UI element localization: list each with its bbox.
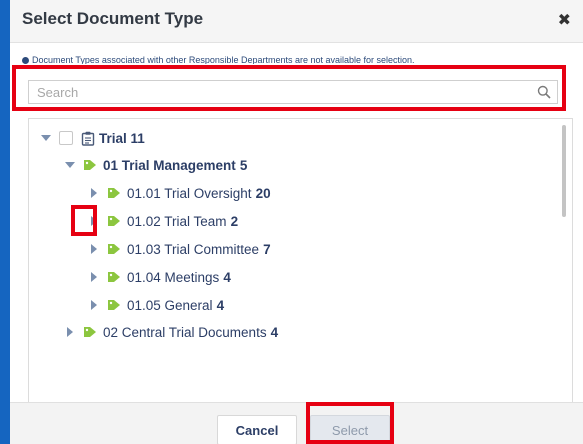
tree-node-label: 01 Trial Management <box>103 157 236 173</box>
tree-node-label: 02 Central Trial Documents <box>103 324 267 340</box>
search-box <box>28 80 558 104</box>
close-icon[interactable]: ✖ <box>558 10 571 30</box>
notice-text: Document Types associated with other Res… <box>32 56 415 64</box>
search-input[interactable] <box>29 81 540 103</box>
selection-notice: Document Types associated with other Res… <box>22 56 562 64</box>
tree-node-label: 01.04 Meetings <box>127 269 220 285</box>
cancel-button[interactable]: Cancel <box>217 415 297 444</box>
tree-node-count: 4 <box>270 324 279 340</box>
tree-node-trial-oversight[interactable]: 01.01 Trial Oversight 20 <box>89 183 271 203</box>
tree-node-meetings[interactable]: 01.04 Meetings 4 <box>89 267 231 287</box>
clipboard-icon <box>81 131 95 146</box>
caret-right-icon[interactable] <box>89 244 99 254</box>
info-icon <box>22 57 29 64</box>
tag-icon <box>108 272 120 282</box>
caret-down-icon[interactable] <box>41 133 51 143</box>
tree-node-count: 5 <box>239 157 248 173</box>
tree-node-label: Trial 11 <box>99 130 145 146</box>
tag-icon <box>108 188 120 198</box>
tree-node-count: 4 <box>223 269 231 285</box>
dialog-title: Select Document Type <box>22 9 204 28</box>
select-document-type-dialog: Select Document Type ✖ Document Types as… <box>10 0 583 444</box>
tree-node-trial-root[interactable]: Trial 11 <box>41 128 145 148</box>
select-button[interactable]: Select <box>310 415 390 444</box>
root-checkbox[interactable] <box>59 131 73 145</box>
tree-node-label: 01.05 General <box>127 297 213 313</box>
caret-right-icon[interactable] <box>65 327 75 337</box>
tree-node-trial-management[interactable]: 01 Trial Management 5 <box>65 155 247 175</box>
tag-icon <box>108 244 120 254</box>
search-icon[interactable] <box>537 85 551 99</box>
tree-node-label: 01.03 Trial Committee <box>127 241 260 257</box>
tree-node-count: 20 <box>255 185 271 201</box>
caret-right-icon[interactable] <box>89 188 99 198</box>
tree-node-label: 01.02 Trial Team <box>127 213 227 229</box>
tree-node-count: 4 <box>216 297 225 313</box>
tree-node-label: 01.01 Trial Oversight <box>127 185 252 201</box>
dialog-header: Select Document Type ✖ <box>10 0 583 43</box>
tree-node-trial-committee[interactable]: 01.03 Trial Committee 7 <box>89 239 271 259</box>
tree-node-count: 2 <box>230 213 239 229</box>
tag-icon <box>84 160 96 170</box>
document-type-tree: Trial 11 01 Trial Management 5 01.01 Tri <box>28 118 573 402</box>
tree-node-count: 7 <box>263 241 271 257</box>
caret-down-icon[interactable] <box>65 160 75 170</box>
tag-icon <box>108 216 120 226</box>
tree-node-trial-team[interactable]: 01.02 Trial Team 2 <box>89 211 238 231</box>
caret-right-icon[interactable] <box>89 300 99 310</box>
tag-icon <box>84 327 96 337</box>
dialog-footer: Cancel Select <box>10 402 583 444</box>
caret-right-icon[interactable] <box>89 216 99 226</box>
caret-right-icon[interactable] <box>89 272 99 282</box>
tree-scrollbar[interactable] <box>562 125 566 217</box>
tree-node-central-trial-documents[interactable]: 02 Central Trial Documents 4 <box>65 322 278 342</box>
tag-icon <box>108 300 120 310</box>
tree-node-general[interactable]: 01.05 General 4 <box>89 295 224 315</box>
